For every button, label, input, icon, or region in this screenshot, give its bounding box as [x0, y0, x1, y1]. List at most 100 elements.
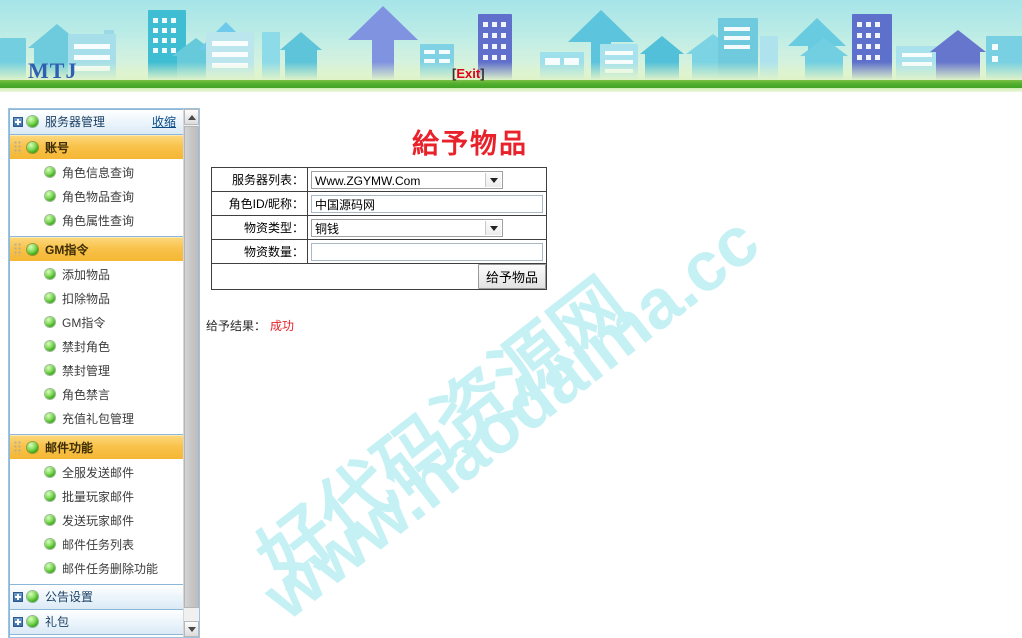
chevron-up-icon [188, 115, 196, 120]
sidebar-group-header-4[interactable]: 公告设置 [10, 585, 184, 609]
sidebar-group-label: 公告设置 [45, 590, 94, 604]
sidebar-item-1-2[interactable]: 角色属性查询 [10, 209, 184, 233]
item-type-select-value: 铜钱 [315, 221, 340, 236]
server-select[interactable]: Www.ZGYMW.Com [311, 170, 503, 189]
sidebar-item-label: 角色属性查询 [62, 214, 135, 228]
sidebar-group-label: GM指令 [45, 243, 89, 257]
type-label: 物资类型： [211, 215, 308, 240]
bullet-icon [45, 515, 55, 525]
give-item-submit-button[interactable]: 给予物品 [477, 264, 546, 289]
chevron-down-icon [188, 627, 196, 632]
sidebar-group: 邮件功能全服发送邮件批量玩家邮件发送玩家邮件 邮件任务列表邮件任务删除功能 [9, 435, 185, 585]
scroll-up-button[interactable] [184, 109, 199, 125]
drag-handle-icon[interactable] [14, 141, 21, 154]
exit-label: Exit [456, 66, 481, 81]
sidebar-item-label: 邮件任务列表 [62, 538, 135, 552]
sidebar-item-3-1[interactable]: 批量玩家邮件 [10, 485, 184, 509]
sidebar-item-2-2[interactable]: GM指令 [10, 311, 184, 335]
result-value: 成功 [270, 319, 295, 333]
sidebar-group: 账号 角色信息查询 角色物品查询 角色属性查询 [9, 135, 185, 237]
sidebar-group-header-1[interactable]: 账号 [10, 135, 184, 159]
exit-bracket-right: ] [480, 66, 485, 81]
sidebar-group: GM指令 添加物品 扣除物品 GM指令 禁封角色 禁封管理 角色禁言 充值礼包管理 [9, 237, 185, 435]
sidebar: 服务器管理 收缩 账号 角色信息查询 角色物品查询 角色属性查询 GM指令 添加物品 扣除物品 G… [8, 108, 200, 638]
result-label: 给予结果： [206, 319, 267, 333]
bullet-icon [45, 539, 55, 549]
sidebar-item-3-0[interactable]: 全服发送邮件 [10, 461, 184, 485]
sidebar-group-items: 角色信息查询 角色物品查询 角色属性查询 [10, 159, 184, 236]
sidebar-item-2-1[interactable]: 扣除物品 [10, 287, 184, 311]
bullet-icon [45, 491, 55, 501]
scrollbar-thumb[interactable] [184, 126, 199, 608]
sidebar-item-label: 角色物品查询 [62, 190, 135, 204]
sidebar-item-2-3[interactable]: 禁封角色 [10, 335, 184, 359]
role-label: 角色ID/昵称： [211, 191, 308, 216]
sidebar-item-3-3[interactable]: 邮件任务列表 [10, 533, 184, 557]
sidebar-item-2-0[interactable]: 添加物品 [10, 263, 184, 287]
expand-plus-icon[interactable] [13, 117, 23, 127]
drag-handle-icon[interactable] [14, 243, 21, 256]
sidebar-group: 礼包 [9, 610, 185, 635]
sidebar-group: 公告设置 [9, 585, 185, 610]
type-field-cell: 铜钱 [307, 215, 547, 240]
bullet-icon [27, 142, 38, 153]
sidebar-item-label: 禁封角色 [62, 340, 111, 354]
sidebar-item-1-1[interactable]: 角色物品查询 [10, 185, 184, 209]
server-field-cell: Www.ZGYMW.Com [307, 167, 547, 192]
sidebar-item-3-4[interactable]: 邮件任务删除功能 [10, 557, 184, 581]
exit-link[interactable]: [Exit] [452, 66, 485, 81]
form-row-amount: 物资数量： [211, 239, 547, 264]
sidebar-item-2-6[interactable]: 充值礼包管理 [10, 407, 184, 431]
submit-cell: 给予物品 [211, 263, 547, 290]
form-row-role: 角色ID/昵称： 中国源码网 [211, 191, 547, 216]
sidebar-item-2-5[interactable]: 角色禁言 [10, 383, 184, 407]
server-label: 服务器列表： [211, 167, 308, 192]
form-row-type: 物资类型： 铜钱 [211, 215, 547, 240]
bullet-icon [27, 244, 38, 255]
expand-plus-icon[interactable] [13, 592, 23, 602]
sidebar-item-3-2[interactable]: 发送玩家邮件 [10, 509, 184, 533]
sidebar-item-label: 角色禁言 [62, 388, 111, 402]
sidebar-group-header-2[interactable]: GM指令 [10, 237, 184, 261]
bullet-icon [45, 191, 55, 201]
site-logo: MTJ [28, 58, 78, 83]
server-select-value: Www.ZGYMW.Com [315, 173, 421, 188]
site-banner: MTJ [Exit] [0, 0, 1022, 88]
sidebar-item-label: 全服发送邮件 [62, 466, 135, 480]
drag-handle-icon[interactable] [14, 441, 21, 454]
form-row-submit: 给予物品 [211, 263, 547, 290]
amount-field-cell [307, 239, 547, 264]
bullet-icon [27, 591, 38, 602]
sidebar-group-header-3[interactable]: 邮件功能 [10, 435, 184, 459]
expand-plus-icon[interactable] [13, 617, 23, 627]
sidebar-group-label: 服务器管理 [45, 115, 106, 129]
sidebar-group-header-5[interactable]: 礼包 [10, 610, 184, 634]
sidebar-group-header-0[interactable]: 服务器管理 收缩 [10, 110, 184, 134]
result-message: 给予结果： 成功 [206, 317, 294, 334]
sidebar-item-label: 邮件任务删除功能 [62, 562, 159, 576]
sidebar-scrollbar[interactable] [183, 109, 199, 637]
sidebar-item-label: GM指令 [62, 316, 106, 330]
role-input[interactable]: 中国源码网 [311, 194, 543, 213]
main-content: 給予物品 服务器列表： Www.ZGYMW.Com 角色ID/昵称： 中国源码网… [200, 92, 1022, 638]
bullet-icon [45, 293, 55, 303]
bullet-icon [27, 616, 38, 627]
item-type-select[interactable]: 铜钱 [311, 218, 503, 237]
sidebar-menu: 服务器管理 收缩 账号 角色信息查询 角色物品查询 角色属性查询 GM指令 添加物品 扣除物品 G… [9, 109, 185, 637]
sidebar-group-items: 添加物品扣除物品 GM指令禁封角色禁封管理角色禁言充值礼包管理 [10, 261, 184, 434]
page-title: 給予物品 [412, 129, 528, 159]
bullet-icon [45, 317, 55, 327]
shrink-link[interactable]: 收缩 [152, 110, 176, 134]
sidebar-item-label: 发送玩家邮件 [62, 514, 135, 528]
sidebar-item-label: 充值礼包管理 [62, 412, 135, 426]
amount-input[interactable] [311, 242, 543, 261]
sidebar-item-label: 扣除物品 [62, 292, 111, 306]
chevron-down-icon [485, 220, 501, 235]
chevron-down-icon [485, 172, 501, 187]
sidebar-item-label: 角色信息查询 [62, 166, 135, 180]
sidebar-group-label: 礼包 [45, 615, 70, 629]
sidebar-item-1-0[interactable]: 角色信息查询 [10, 161, 184, 185]
sidebar-item-2-4[interactable]: 禁封管理 [10, 359, 184, 383]
scroll-down-button[interactable] [184, 621, 199, 637]
form-row-server: 服务器列表： Www.ZGYMW.Com [211, 167, 547, 192]
